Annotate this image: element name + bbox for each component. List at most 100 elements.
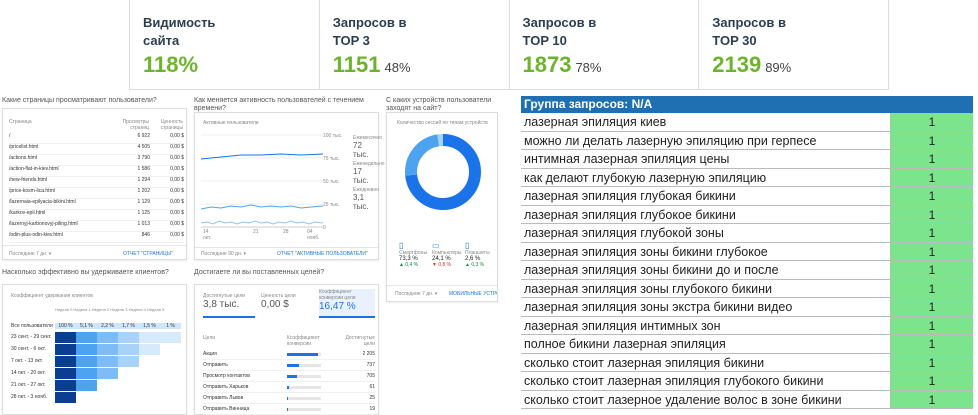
keyword-value: 1 (890, 205, 973, 223)
keyword-row[interactable]: полное бикини лазерная эпиляция 1 (521, 335, 973, 354)
period-dropdown[interactable]: Последние 90 дн. ▾ (201, 251, 246, 257)
kpi-conversion: Коэффициент конверсии цели 16,47 % (319, 289, 375, 318)
table-cell: 0,00 $ (170, 177, 184, 183)
table-cell: /actions.html (9, 155, 38, 161)
table-row[interactable]: Отправить Винница 19 (203, 404, 375, 415)
keyword-text: как делают глубокую лазерную эпиляцию (524, 170, 767, 185)
keyword-value: 1 (890, 168, 973, 186)
goals-table: Акция 2 205 Отправить 737 Просмотр контактов… (203, 349, 375, 415)
keyword-value: 1 (890, 316, 973, 334)
table-row[interactable]: Отправить Львов 25 (203, 393, 375, 404)
table-row[interactable]: Просмотр контактов 705 (203, 371, 375, 382)
table-row[interactable]: /price-kosm-lica.html 1 202 0,00 $ (9, 188, 184, 199)
keyword-row[interactable]: лазерная эпиляция зоны бикини до и после… (521, 261, 973, 280)
goal-done: 25 (369, 395, 375, 401)
table-cell: 0,00 $ (170, 166, 184, 172)
period-dropdown[interactable]: Последние 7 дн. ▾ (395, 291, 437, 297)
table-row[interactable]: /lazernyj-karbonovyj-piling.html 1 013 0,0… (9, 221, 184, 232)
keyword-row[interactable]: лазерная эпиляция зоны бикини глубокое 1 (521, 242, 973, 261)
tablet-icon: ▯ (465, 241, 470, 250)
cohort-label: 30 сент. - 6 окт. (11, 346, 46, 352)
cohort-cell (76, 368, 97, 379)
all-users-label: Все пользователи (11, 323, 53, 329)
goal-done: 61 (369, 384, 375, 390)
metric-top30: Запросов в TOP 30 2139 89% (699, 0, 888, 89)
keyword-text: полное бикини лазерная эпиляция (524, 337, 726, 351)
retention-pct: 100 % (55, 323, 76, 329)
cohort-cell (97, 368, 118, 379)
keyword-row[interactable]: лазерная эпиляция глубокой зоны 1 (521, 224, 973, 243)
goal-name: Отправить Харьков (203, 384, 249, 390)
tick: 50 тыс. (323, 179, 340, 185)
keyword-row[interactable]: сколько стоит лазерное удаление волос в … (521, 390, 973, 409)
cohort-cell (55, 380, 76, 391)
keyword-row[interactable]: сколько стоит лазерная эпиляция глубоког… (521, 372, 973, 391)
keyword-value: 1 (890, 242, 973, 260)
table-cell: 1 013 (137, 221, 150, 227)
keyword-row[interactable]: лазерная эпиляция интимных зон 1 (521, 316, 973, 335)
keyword-rows: лазерная эпиляция киев 1 можно ли делать л… (521, 113, 973, 409)
activity-report-link[interactable]: ОТЧЕТ "АКТИВНЫЕ ПОЛЬЗОВАТЕЛИ" (277, 251, 368, 257)
table-row[interactable]: /action-flat-in-kiev.html 1 586 0,00 $ (9, 166, 184, 177)
table-cell: 0,00 $ (170, 144, 184, 150)
devices-donut-chart (405, 134, 481, 210)
col-goal: Цели (203, 335, 216, 341)
keyword-text: лазерная эпиляция глубокая бикини (524, 189, 736, 203)
cohort-row: 28 окт. - 3 нояб. (11, 392, 183, 403)
table-row[interactable]: Отправить Харьков 61 (203, 382, 375, 393)
metric-label: Запросов в TOP 10 (522, 15, 597, 48)
rate-bar (287, 363, 321, 367)
keyword-text: интимная лазерная эпиляция цены (524, 152, 730, 166)
goal-name: Отправить (203, 362, 228, 368)
keyword-row[interactable]: можно ли делать лазерную эпиляцию при ге… (521, 131, 973, 150)
phone-icon: ▯ (399, 241, 404, 250)
cohort-cell (118, 344, 139, 355)
keyword-text: лазерная эпиляция интимных зон (524, 318, 721, 333)
cohort-row: 23 сент. - 29 сент. (11, 332, 183, 343)
table-row[interactable]: /lazernaia-epilyacia-bikini.html 1 129 0,0… (9, 199, 184, 210)
tick: 75 тыс. (323, 156, 340, 162)
table-row[interactable]: Акция 2 205 (203, 349, 375, 360)
legend-weekly: Еженедельно 17 тыс. (353, 161, 385, 185)
metric-value: 118% (143, 52, 199, 77)
table-cell: /action-flat-in-kiev.html (9, 166, 59, 172)
cohort-cell (97, 356, 118, 367)
keyword-row[interactable]: интимная лазерная эпиляция цены 1 (521, 150, 973, 169)
keyword-row[interactable]: как делают глубокую лазерную эпиляцию 1 (521, 168, 973, 187)
keyword-value: 1 (890, 372, 973, 390)
keyword-value: 1 (890, 113, 973, 131)
table-row[interactable]: Отправить 737 (203, 360, 375, 371)
tick: 100 тыс. (323, 133, 343, 139)
devices-report-link[interactable]: МОБИЛЬНЫЕ УСТРОЙСТВА (449, 291, 497, 297)
keyword-row[interactable]: лазерная эпиляция глубокое бикини 1 (521, 205, 973, 224)
goal-done: 19 (369, 406, 375, 412)
keyword-row[interactable]: лазерная эпиляция глубокая бикини 1 (521, 187, 973, 206)
goal-name: Просмотр контактов (203, 373, 250, 379)
keyword-row[interactable]: лазерная эпиляция зоны экстра бикини вид… (521, 298, 973, 317)
table-row[interactable]: /odin-plus-odin-kiev.html 846 0,00 $ (9, 232, 184, 243)
table-row[interactable]: /actions.html 3 790 0,00 $ (9, 155, 184, 166)
table-row[interactable]: /karkov-epil.html 1 125 0,00 $ (9, 210, 184, 221)
rate-bar (287, 407, 321, 411)
keyword-row[interactable]: лазерная эпиляция зоны глубокого бикини 1 (521, 279, 973, 298)
xtick: 14 окт. (203, 229, 212, 241)
cohort-cell (55, 368, 76, 379)
table-row[interactable]: /new-friends.html 1 294 0,00 $ (9, 177, 184, 188)
keyword-row[interactable]: сколько стоит лазерная эпиляция бикини 1 (521, 353, 973, 372)
goal-done: 705 (366, 373, 375, 379)
table-row[interactable]: /pricelist.html 4 505 0,00 $ (9, 144, 184, 155)
devices-title: Количество сессий по типам устройств (397, 120, 488, 126)
keyword-row[interactable]: лазерная эпиляция киев 1 (521, 113, 973, 132)
period-dropdown[interactable]: Последние 7 дн. ▾ (9, 251, 51, 257)
xtick: 04 нояб. (307, 229, 320, 241)
table-row[interactable]: / 6 922 0,00 $ (9, 133, 184, 144)
metric-value: 1873 78% (522, 52, 602, 77)
keyword-value: 1 (890, 224, 973, 242)
col-value: Ценность страницы (160, 119, 183, 131)
rate-bar (287, 385, 321, 389)
all-users-row: 100 % 5,1 % 2,2 % 1,7 % 1,5 % 1 % (55, 323, 181, 329)
table-cell: 0,00 $ (170, 155, 184, 161)
cohort-row: 30 сент. - 6 окт. (11, 344, 183, 355)
pages-report-link[interactable]: ОТЧЕТ "СТРАНИЦЫ" (123, 251, 173, 257)
table-cell: / (9, 133, 11, 139)
